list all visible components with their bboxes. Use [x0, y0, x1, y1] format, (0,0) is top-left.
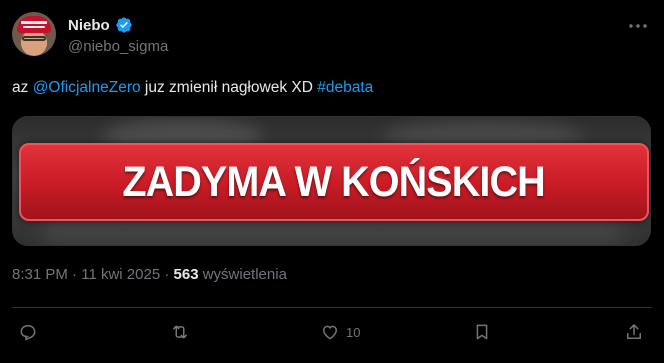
meta-separator: · [67, 266, 82, 283]
author-display-name[interactable]: Niebo [68, 17, 110, 34]
tweet-meta: 8:31 PM · 11 kwi 2025 · 563 wyświetlenia [12, 266, 287, 283]
author-handle[interactable]: @niebo_sigma [68, 38, 168, 55]
banner-text: ZADYMA W KOŃSKICH [122, 157, 546, 206]
avatar-cap [17, 16, 51, 33]
repost-button[interactable] [170, 318, 190, 346]
tweet-date[interactable]: 11 kwi 2025 [81, 266, 160, 283]
meta-separator: · [160, 266, 174, 283]
hashtag-link[interactable]: #debata [317, 79, 373, 96]
more-icon[interactable] [626, 16, 650, 36]
tweet-text-prefix: az [12, 79, 33, 96]
tweet-text-middle: juz zmienił nagłowek XD [140, 79, 318, 96]
like-count: 10 [346, 324, 361, 340]
bookmark-button[interactable] [472, 318, 492, 346]
tweet-text: az @OficjalneZero juz zmienił nagłowek X… [12, 79, 373, 97]
tweet-header: Niebo @niebo_sigma [12, 12, 652, 62]
repost-icon [173, 325, 187, 339]
verified-badge-icon [115, 17, 132, 33]
tweet-time[interactable]: 8:31 PM [12, 266, 68, 283]
bookmark-icon [476, 324, 488, 340]
reply-button[interactable] [18, 318, 38, 346]
tweet-media-image[interactable]: ZADYMA W KOŃSKICH [12, 116, 651, 246]
like-icon [323, 325, 337, 340]
author-name-row: Niebo [68, 16, 133, 34]
views-label: wyświetlenia [198, 266, 287, 283]
reply-icon [20, 325, 36, 341]
views-count: 563 [173, 266, 199, 283]
avatar[interactable] [12, 12, 56, 56]
share-icon [627, 324, 641, 339]
like-button[interactable]: 10 [320, 318, 360, 346]
news-banner: ZADYMA W KOŃSKICH [19, 143, 649, 221]
mention-link[interactable]: @OficjalneZero [33, 79, 141, 96]
action-bar: 10 [0, 318, 664, 346]
share-button[interactable] [624, 318, 644, 346]
divider [12, 307, 652, 308]
